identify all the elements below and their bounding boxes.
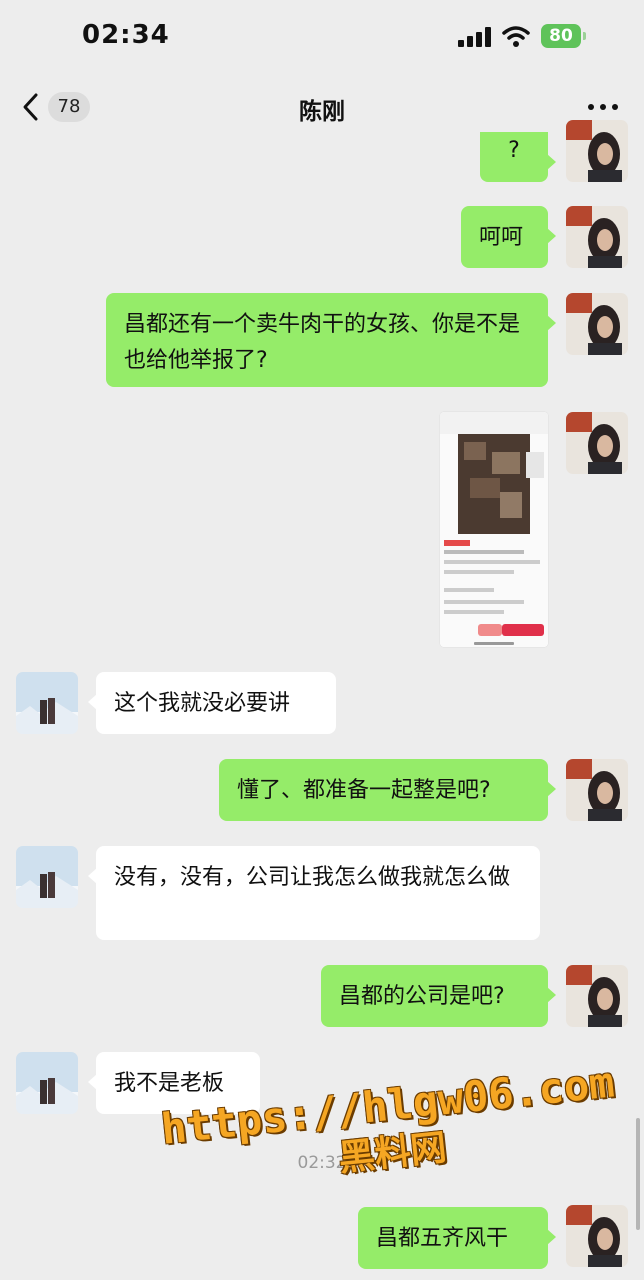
status-time: 02:34 [82, 20, 170, 50]
message-bubble-received[interactable]: 没有，没有，公司让我怎么做我就怎么做 [88, 846, 540, 940]
message-text: 这个我就没必要讲 [114, 691, 291, 716]
chat-title: 陈刚 [299, 99, 345, 125]
status-bar: 02:34 80 [0, 0, 644, 78]
message-text: 昌都的公司是吧? [339, 984, 505, 1009]
message-text: 昌都还有一个卖牛肉干的女孩、你是不是也给他举报了? [124, 312, 521, 373]
message-bubble-sent[interactable]: 昌都的公司是吧? [321, 965, 556, 1027]
chat-header: 78 陈刚 [0, 78, 644, 140]
message-text: 呵呵 [479, 225, 524, 250]
message-text: 没有，没有，公司让我怎么做我就怎么做 [114, 865, 511, 890]
contact-avatar[interactable] [16, 672, 78, 734]
more-icon[interactable] [588, 104, 618, 112]
contact-avatar[interactable] [16, 1052, 78, 1114]
message-bubble-sent[interactable]: 昌都五齐风干 [358, 1207, 556, 1269]
contact-avatar[interactable] [16, 846, 78, 908]
message-bubble-sent[interactable]: 懂了、都准备一起整是吧? [219, 759, 556, 821]
my-avatar[interactable] [566, 206, 628, 268]
message-text: 昌都五齐风干 [376, 1226, 509, 1251]
message-bubble-sent[interactable]: 昌都还有一个卖牛肉干的女孩、你是不是也给他举报了? [106, 293, 556, 387]
message-bubble-sent[interactable]: 呵呵 [461, 206, 556, 268]
message-text: 懂了、都准备一起整是吧? [237, 778, 491, 803]
my-avatar[interactable] [566, 412, 628, 474]
my-avatar[interactable] [566, 1205, 628, 1267]
message-text: 我不是老板 [114, 1071, 225, 1096]
message-bubble-received[interactable]: 这个我就没必要讲 [88, 672, 336, 734]
message-bubble-sent[interactable]: ? [480, 132, 556, 182]
message-text: ? [508, 138, 520, 163]
scrollbar[interactable] [636, 1118, 640, 1230]
my-avatar[interactable] [566, 120, 628, 182]
my-avatar[interactable] [566, 965, 628, 1027]
shared-screenshot-image[interactable] [440, 412, 548, 647]
my-avatar[interactable] [566, 293, 628, 355]
my-avatar[interactable] [566, 759, 628, 821]
wifi-icon [502, 26, 530, 47]
battery-icon: 80 [541, 24, 586, 48]
signal-icon [458, 27, 492, 47]
